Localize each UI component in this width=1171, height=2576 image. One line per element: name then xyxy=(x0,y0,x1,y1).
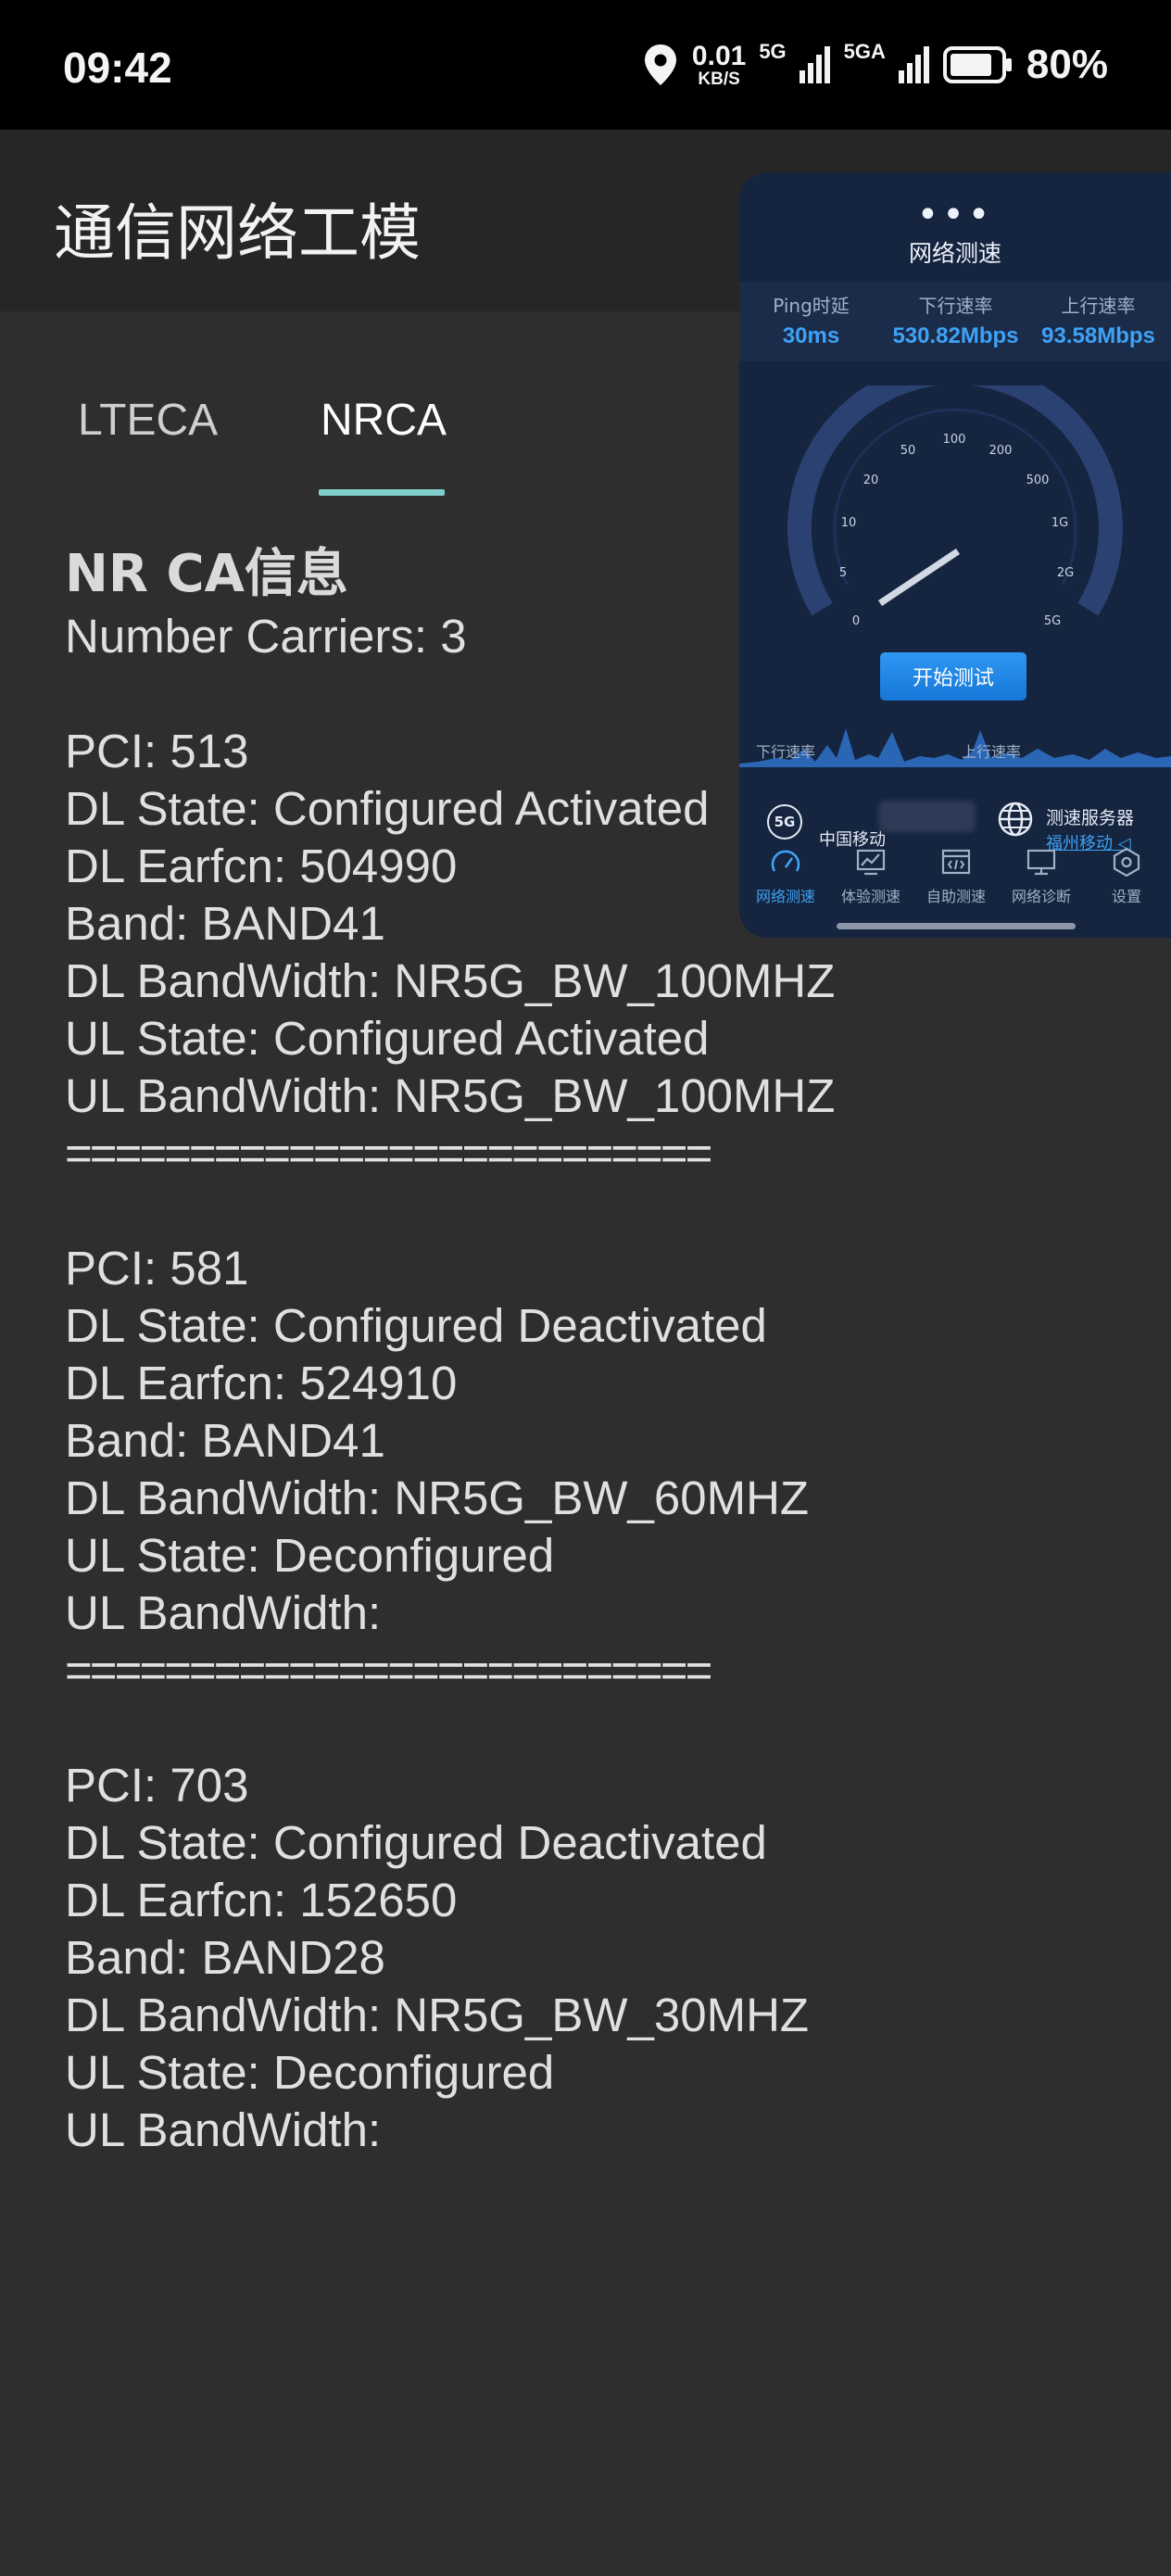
signal-icon-2 xyxy=(898,46,929,83)
carrier-dl-bandwidth: DL BandWidth: NR5G_BW_60MHZ xyxy=(65,1471,810,1524)
speedtest-floating-window[interactable]: ••• 网络测速 Ping时延 30ms 下行速率 530.82Mbps 上行速… xyxy=(739,172,1171,938)
gauge-tick-label: 500 xyxy=(1026,474,1050,487)
carrier-pci: PCI: 581 xyxy=(65,1242,249,1294)
more-options-icon[interactable]: ••• xyxy=(739,196,1171,234)
carrier-ul-state: UL State: Deconfigured xyxy=(65,2046,555,2099)
globe-icon xyxy=(998,802,1033,837)
active-tab-indicator xyxy=(319,489,445,496)
nav-item-network-diagnosis[interactable]: 网络诊断 xyxy=(999,847,1084,906)
wave-download-label: 下行速率 xyxy=(756,743,816,761)
tab-lteca[interactable]: LTECA xyxy=(78,395,218,446)
speedtest-metrics: Ping时延 30ms 下行速率 530.82Mbps 上行速率 93.58Mb… xyxy=(739,282,1171,361)
gauge-tick-label: 10 xyxy=(841,516,857,530)
carrier-ul-state: UL State: Configured Activated xyxy=(65,1012,710,1065)
carrier-ul-bandwidth: UL BandWidth: xyxy=(65,1586,382,1639)
code-window-icon xyxy=(941,849,971,875)
carrier-dl-earfcn: DL Earfcn: 524910 xyxy=(65,1357,458,1409)
upload-label: 上行速率 xyxy=(1061,295,1136,317)
page-title: 通信网络工模 xyxy=(54,197,421,269)
download-metric: 下行速率 530.82Mbps xyxy=(884,282,1027,349)
status-bar: 09:42 0.01 KB/S 5G 5GA 80% xyxy=(0,0,1171,130)
carrier-dl-state: DL State: Configured Deactivated xyxy=(65,1299,767,1352)
nav-item-self-test[interactable]: 自助测速 xyxy=(913,847,999,906)
carrier-block: PCI: 581 DL State: Configured Deactivate… xyxy=(65,1240,991,1642)
network-speed: 0.01 KB/S xyxy=(691,40,747,89)
settings-hexagon-icon xyxy=(1113,847,1140,878)
gauge-tick-label: 2G xyxy=(1057,566,1074,580)
gauge-tick-label: 1G xyxy=(1051,516,1068,530)
gauge-needle xyxy=(878,549,960,606)
monitor-icon xyxy=(1026,849,1056,876)
gauge-tick-label: 0 xyxy=(852,614,860,628)
gauge-tick-label: 50 xyxy=(900,444,916,458)
ping-value: 30ms xyxy=(782,323,840,348)
status-time: 09:42 xyxy=(63,44,172,92)
wave-upload-label: 上行速率 xyxy=(962,743,1022,761)
carrier-ul-bandwidth: UL BandWidth: xyxy=(65,2103,382,2156)
gauge-tick-label: 200 xyxy=(989,444,1013,458)
nav-item-network-speed[interactable]: 网络测速 xyxy=(743,847,828,906)
carrier-ul-bandwidth: UL BandWidth: NR5G_BW_100MHZ xyxy=(65,1069,836,1122)
upload-metric: 上行速率 93.58Mbps xyxy=(1026,282,1170,349)
upload-value: 93.58Mbps xyxy=(1041,323,1155,348)
carrier-band: Band: BAND28 xyxy=(65,1931,385,1984)
trend-chart-icon xyxy=(856,849,886,876)
network-type-label: 5G xyxy=(759,40,787,63)
carrier-dl-bandwidth: DL BandWidth: NR5G_BW_100MHZ xyxy=(65,954,836,1007)
separator: ========================== xyxy=(65,1644,712,1697)
start-test-button[interactable]: 开始测试 xyxy=(880,652,1026,701)
separator: ========================== xyxy=(65,1127,712,1180)
nav-item-experience-speed[interactable]: 体验测速 xyxy=(828,847,913,906)
battery-icon xyxy=(942,46,1012,83)
redacted-number xyxy=(878,801,976,832)
carrier-band: Band: BAND41 xyxy=(65,1414,385,1467)
network-type-label-2: 5GA xyxy=(843,40,886,63)
carrier-dl-earfcn: DL Earfcn: 152650 xyxy=(65,1874,458,1926)
carrier-block: PCI: 703 DL State: Configured Deactivate… xyxy=(65,1757,991,2159)
window-drag-handle[interactable] xyxy=(837,923,1076,929)
5g-badge-icon: 5G xyxy=(767,804,802,840)
location-icon xyxy=(644,44,676,85)
gauge-tick-label: 20 xyxy=(863,474,879,487)
nav-item-settings[interactable]: 设置 xyxy=(1084,847,1169,906)
speed-gauge: 0 5 10 20 50 100 200 500 1G 2G 5G xyxy=(787,385,1123,628)
carrier-dl-bandwidth: DL BandWidth: NR5G_BW_30MHZ xyxy=(65,1989,810,2041)
speedtest-title: 网络测速 xyxy=(908,240,1001,267)
carrier-dl-state: DL State: Configured Deactivated xyxy=(65,1816,767,1869)
download-value: 530.82Mbps xyxy=(892,323,1019,348)
gauge-tick-label: 5 xyxy=(839,566,847,580)
ping-label: Ping时延 xyxy=(773,295,850,317)
carrier-ul-state: UL State: Deconfigured xyxy=(65,1529,555,1582)
status-icons: 0.01 KB/S 5G 5GA 80% xyxy=(642,37,1108,93)
gauge-tick-label: 100 xyxy=(943,433,966,447)
signal-icon xyxy=(799,46,830,83)
server-label: 测速服务器 xyxy=(1046,808,1135,828)
download-label: 下行速率 xyxy=(918,295,993,317)
ping-metric: Ping时延 30ms xyxy=(739,282,883,349)
speedtest-bottom-nav: 网络测速 体验测速 自助测速 网络诊断 设置 xyxy=(739,847,1171,912)
gauge-tick-label: 5G xyxy=(1044,614,1061,628)
carrier-pci: PCI: 703 xyxy=(65,1759,249,1812)
speedometer-icon xyxy=(771,850,800,872)
battery-percent: 80% xyxy=(1026,42,1108,87)
tab-nrca[interactable]: NRCA xyxy=(321,395,447,446)
